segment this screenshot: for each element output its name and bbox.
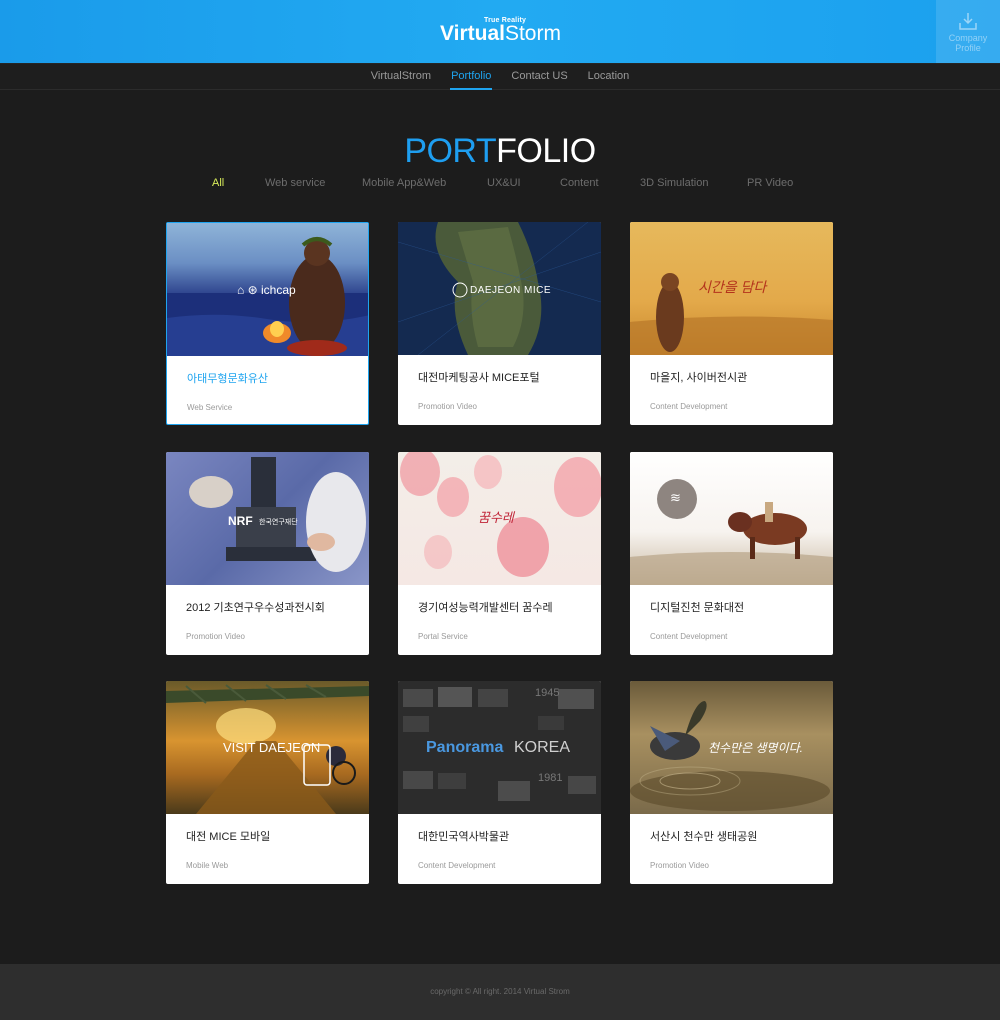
- download-icon: [959, 13, 977, 30]
- card-overlay-text: 꿈수레: [478, 510, 514, 525]
- card-overlay-text: Panorama: [426, 739, 504, 756]
- card-category: Content Development: [418, 861, 496, 870]
- card-category: Mobile Web: [186, 861, 229, 870]
- nav-item-location[interactable]: Location: [587, 64, 631, 90]
- card-overlay-text: NRF: [228, 514, 253, 528]
- card-thumbnail: 천수만은 생명이다.: [630, 681, 833, 814]
- portfolio-card[interactable]: 꿈수레 경기여성능력개발센터 꿈수레 Portal Service: [398, 452, 601, 655]
- portfolio-card[interactable]: ≋ 디지털진천 문화대전 Content Development: [630, 452, 833, 655]
- card-category: Promotion Video: [418, 402, 477, 411]
- card-title: 대전마케팅공사 MICE포털: [418, 372, 540, 384]
- company-profile-button[interactable]: Company Profile: [936, 0, 1000, 63]
- card-title: 서산시 천수만 생태공원: [650, 831, 758, 843]
- card-category: Promotion Video: [186, 632, 245, 641]
- card-title: 2012 기초연구우수성과전시회: [186, 602, 325, 614]
- card-category: Content Development: [650, 632, 728, 641]
- thumbnail-art: [630, 479, 833, 585]
- footer: copyright © All right. 2014 Virtual Stro…: [0, 964, 1000, 1020]
- card-thumbnail: 1945 1981 Panorama KOREA: [398, 681, 601, 814]
- card-overlay-text: ≋: [670, 490, 681, 505]
- card-category: Web Service: [187, 403, 233, 412]
- card-title: 대한민국역사박물관: [418, 831, 510, 843]
- card-overlay-year: 1981: [538, 772, 563, 784]
- card-overlay-subtext: 한국연구재단: [259, 519, 298, 526]
- filter-all[interactable]: All: [212, 177, 224, 189]
- card-thumbnail: ≋: [630, 452, 833, 585]
- card-overlay-subtext: KOREA: [514, 739, 571, 756]
- card-overlay-text: DAEJEON MICE: [470, 285, 552, 296]
- card-thumbnail: ⌂ ⊛ ichcap: [167, 223, 368, 356]
- portfolio-card[interactable]: 1945 1981 Panorama KOREA 대한민국역사박물관 Conte…: [398, 681, 601, 884]
- filter-mobile-app-web[interactable]: Mobile App&Web: [362, 177, 446, 189]
- portfolio-card[interactable]: 천수만은 생명이다. 서산시 천수만 생태공원 Promotion Video: [630, 681, 833, 884]
- card-overlay-text: 시간을 담다: [698, 279, 767, 295]
- card-overlay-year: 1945: [535, 687, 560, 699]
- card-overlay-text: 천수만은 생명이다.: [708, 741, 803, 755]
- page-title: PORTFOLIO: [0, 132, 1000, 171]
- title-part-2: FOLIO: [496, 132, 596, 170]
- card-overlay-text: VISIT DAEJEON: [223, 740, 321, 755]
- card-thumbnail: 시간을 담다: [630, 222, 833, 355]
- nav-item-portfolio[interactable]: Portfolio: [450, 64, 493, 90]
- card-title: 대전 MICE 모바일: [186, 831, 271, 843]
- filter-pr-video[interactable]: PR Video: [747, 177, 793, 189]
- card-category: Content Development: [650, 402, 728, 411]
- card-overlay-text: ⌂ ⊛ ichcap: [237, 283, 296, 297]
- portfolio-card[interactable]: VISIT DAEJEON 대전 MICE 모바일 Mobile Web: [166, 681, 369, 884]
- portfolio-card[interactable]: DAEJEON MICE 대전마케팅공사 MICE포털 Promotion Vi…: [398, 222, 601, 425]
- card-title: 경기여성능력개발센터 꿈수레: [418, 602, 553, 614]
- filter-3d-simulation[interactable]: 3D Simulation: [640, 177, 708, 189]
- nav-item-contact[interactable]: Contact US: [510, 64, 568, 90]
- profile-label-1: Company: [948, 33, 988, 43]
- card-title: 아태무형문화유산: [187, 373, 268, 385]
- profile-label-2: Profile: [955, 43, 981, 53]
- header: True Reality VirtualStorm Company Profil…: [0, 0, 1000, 63]
- logo-bold: Virtual: [440, 22, 505, 45]
- filter-content[interactable]: Content: [560, 177, 599, 189]
- card-thumbnail: NRF 한국연구재단: [166, 452, 369, 585]
- card-thumbnail: DAEJEON MICE: [398, 222, 601, 355]
- portfolio-card[interactable]: 시간을 담다 마을지, 사이버전시관 Content Development: [630, 222, 833, 425]
- card-thumbnail: 꿈수레: [398, 452, 601, 585]
- main-nav: VirtualStrom Portfolio Contact US Location: [0, 63, 1000, 90]
- card-title: 마을지, 사이버전시관: [650, 372, 748, 384]
- logo-wordmark: VirtualStorm: [440, 22, 561, 46]
- card-title: 디지털진천 문화대전: [650, 602, 745, 614]
- nav-item-virtualstrom[interactable]: VirtualStrom: [370, 64, 432, 90]
- card-category: Portal Service: [418, 632, 468, 641]
- card-category: Promotion Video: [650, 861, 709, 870]
- card-thumbnail: VISIT DAEJEON: [166, 681, 369, 814]
- portfolio-card[interactable]: NRF 한국연구재단 2012 기초연구우수성과전시회 Promotion Vi…: [166, 452, 369, 655]
- copyright-text: copyright © All right. 2014 Virtual Stro…: [430, 987, 570, 996]
- filter-ux-ui[interactable]: UX&UI: [487, 177, 521, 189]
- logo-light: Storm: [504, 22, 561, 45]
- title-part-1: PORT: [404, 132, 497, 170]
- category-filters: All Web service Mobile App&Web UX&UI Con…: [0, 177, 1000, 191]
- filter-web-service[interactable]: Web service: [265, 177, 325, 189]
- portfolio-card[interactable]: ⌂ ⊛ ichcap 아태무형문화유산 Web Service: [166, 222, 369, 425]
